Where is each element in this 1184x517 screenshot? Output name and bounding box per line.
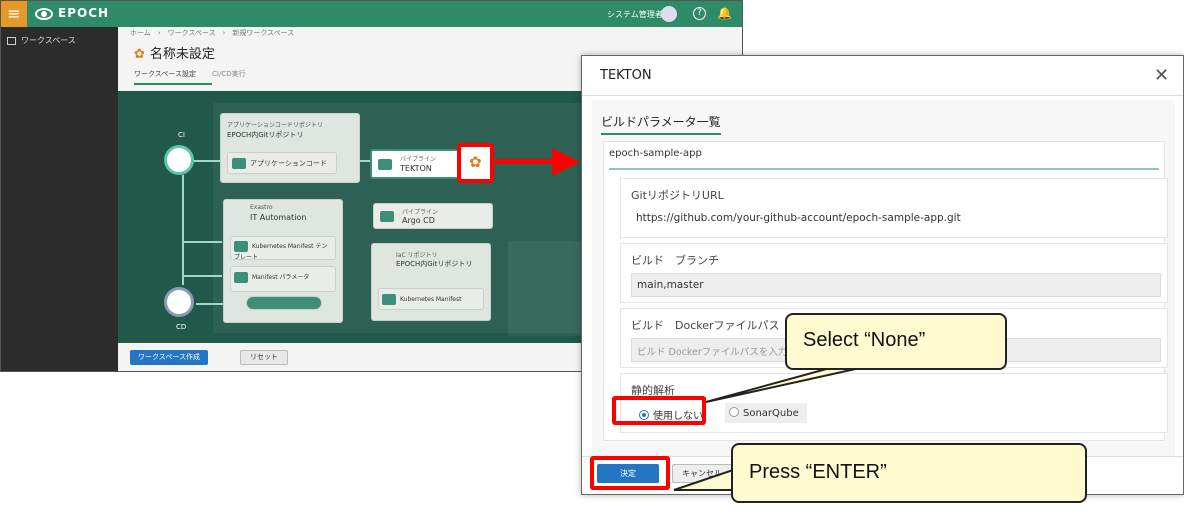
callout-select-none: Select “None” (785, 313, 1007, 370)
callout-pointer-1 (705, 367, 861, 403)
callout-pointer-2 (673, 468, 734, 491)
callout-press-enter: Press “ENTER” (731, 443, 1087, 503)
callout-pointers (673, 367, 861, 491)
